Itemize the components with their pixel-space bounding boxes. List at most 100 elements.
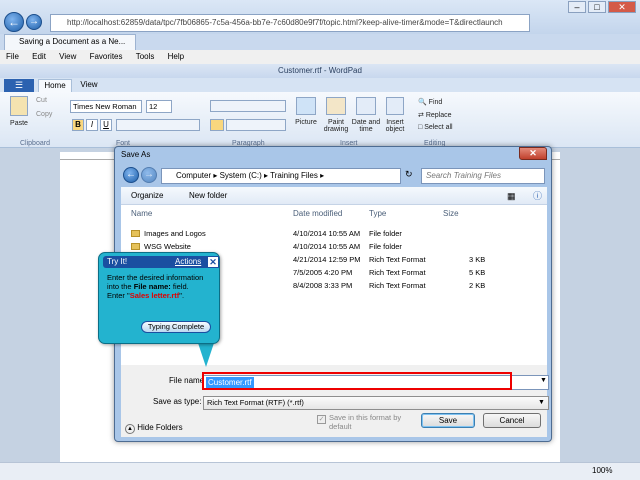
font-size-select[interactable]: 12 [146,100,172,113]
folder-icon [131,230,140,237]
search-input[interactable]: Search Training Files [421,168,545,184]
date-time-button[interactable]: Date and time [348,119,384,133]
address-bar[interactable]: http://localhost:62859/data/tpc/7fb06865… [50,14,530,32]
insert-object-button[interactable]: Insert object [380,119,410,133]
callout-header: Try It! Actions ✕ [103,256,219,268]
file-type: File folder [369,229,402,238]
chevron-down-icon[interactable]: ▼ [538,397,545,409]
file-size: 5 KB [469,268,486,277]
highlight-box [202,372,512,390]
breadcrumb-training-files[interactable]: Training Files [270,171,318,180]
save-as-type-label: Save as type: [153,397,202,406]
dialog-close-button[interactable]: ✕ [519,147,547,160]
breadcrumb[interactable]: Computer ▸ System (C:) ▸ Training Files … [161,168,401,184]
wordpad-title: Customer.rtf - WordPad [0,64,640,78]
file-size: 2 KB [469,281,486,290]
actions-link[interactable]: Actions [175,256,201,268]
menu-help[interactable]: Help [168,52,184,61]
cancel-button[interactable]: Cancel [483,413,541,428]
find-button[interactable]: 🔍 Find [418,98,458,106]
file-date: 4/21/2014 12:59 PM [293,255,361,264]
file-type: Rich Text Format [369,268,426,277]
cut-button[interactable]: Cut [36,97,60,104]
column-date[interactable]: Date modified [293,209,342,218]
dialog-nav: ← → Computer ▸ System (C:) ▸ Training Fi… [121,165,547,187]
file-name: Images and Logos [144,229,206,238]
hide-folders-label: Hide Folders [137,423,183,432]
forward-button[interactable]: → [26,14,42,30]
dialog-bottom: File name: Customer.rtf ▼ Save as type: … [121,365,549,437]
menu-view[interactable]: View [59,52,76,61]
browser-tab[interactable]: Saving a Document as a Ne... [4,34,136,50]
select-all-button[interactable]: □ Select all [418,124,462,131]
paint-icon[interactable] [326,97,346,115]
list-indent-icons[interactable] [210,100,286,112]
column-size[interactable]: Size [443,209,459,218]
typing-complete-button[interactable]: Typing Complete [141,321,211,333]
dialog-forward-button[interactable]: → [141,167,157,183]
instruction-text: ". [179,291,185,300]
instruction-text: field. [170,282,189,291]
font-name-select[interactable]: Times New Roman [70,100,142,113]
folder-icon [131,243,140,250]
picture-icon[interactable] [296,97,316,115]
underline-icon[interactable]: U [100,119,112,131]
view-options-icon[interactable]: ▦ [507,187,516,205]
file-type: Rich Text Format [369,255,426,264]
paste-button[interactable]: Paste [6,120,32,127]
bold-icon[interactable]: B [72,119,84,131]
help-icon[interactable]: ⓘ [533,187,542,205]
instruction-text: Enter " [107,291,130,300]
font-format-icons[interactable] [116,119,200,131]
file-size: 3 KB [469,255,486,264]
dialog-toolbar: Organize New folder ▦ ⓘ [121,187,547,205]
refresh-icon[interactable]: ↻ [405,169,413,180]
select-all-label: Select all [424,124,453,131]
group-label: Clipboard [20,140,50,147]
hide-folders-button[interactable]: ▲ Hide Folders [125,423,183,434]
menu-favorites[interactable]: Favorites [90,52,123,61]
alignment-icons[interactable] [226,119,286,131]
close-window-button[interactable]: ✕ [608,1,636,13]
file-date: 4/10/2014 10:55 AM [293,242,361,251]
save-format-checkbox[interactable]: ✓ [317,415,326,424]
tab-view[interactable]: View [74,79,104,92]
breadcrumb-computer[interactable]: Computer [176,171,211,180]
file-type: File folder [369,242,402,251]
maximize-button[interactable]: □ [588,1,606,13]
callout-body: Enter the desired information into the F… [107,273,217,300]
menu-edit[interactable]: Edit [32,52,46,61]
wordpad-menu-button[interactable]: ☰ [4,79,34,92]
list-item[interactable]: Images and Logos 4/10/2014 10:55 AM File… [131,227,541,240]
paste-icon[interactable] [10,96,28,116]
zoom-level[interactable]: 100% [592,463,612,479]
close-icon[interactable]: ✕ [207,256,219,268]
replace-label: Replace [425,112,452,119]
copy-button[interactable]: Copy [36,111,66,118]
tab-home[interactable]: Home [38,79,72,92]
italic-icon[interactable]: I [86,119,98,131]
organize-button[interactable]: Organize [131,187,163,205]
minimize-button[interactable]: – [568,1,586,13]
column-type[interactable]: Type [369,209,386,218]
object-icon[interactable] [386,97,404,115]
save-button[interactable]: Save [421,413,475,428]
replace-button[interactable]: ⇄ Replace [418,111,462,119]
menu-tools[interactable]: Tools [136,52,155,61]
calendar-icon[interactable] [356,97,376,115]
callout-title: Try It! [107,257,128,266]
save-as-type-select[interactable]: Rich Text Format (RTF) (*.rtf) ▼ [203,396,549,410]
tryit-callout: Try It! Actions ✕ Enter the desired info… [98,252,220,344]
dialog-back-button[interactable]: ← [123,167,139,183]
file-date: 8/4/2008 3:33 PM [293,281,353,290]
file-name: WSG Website [144,242,191,251]
new-folder-button[interactable]: New folder [189,187,227,205]
find-label: Find [428,99,443,106]
column-name[interactable]: Name [131,209,152,218]
menu-file[interactable]: File [6,52,19,61]
chevron-down-icon[interactable]: ▼ [540,377,547,384]
file-date: 7/5/2005 4:20 PM [293,268,353,277]
breadcrumb-system[interactable]: System (C:) [220,171,262,180]
align-left-icon[interactable] [210,119,224,131]
back-button[interactable]: ← [4,12,24,32]
